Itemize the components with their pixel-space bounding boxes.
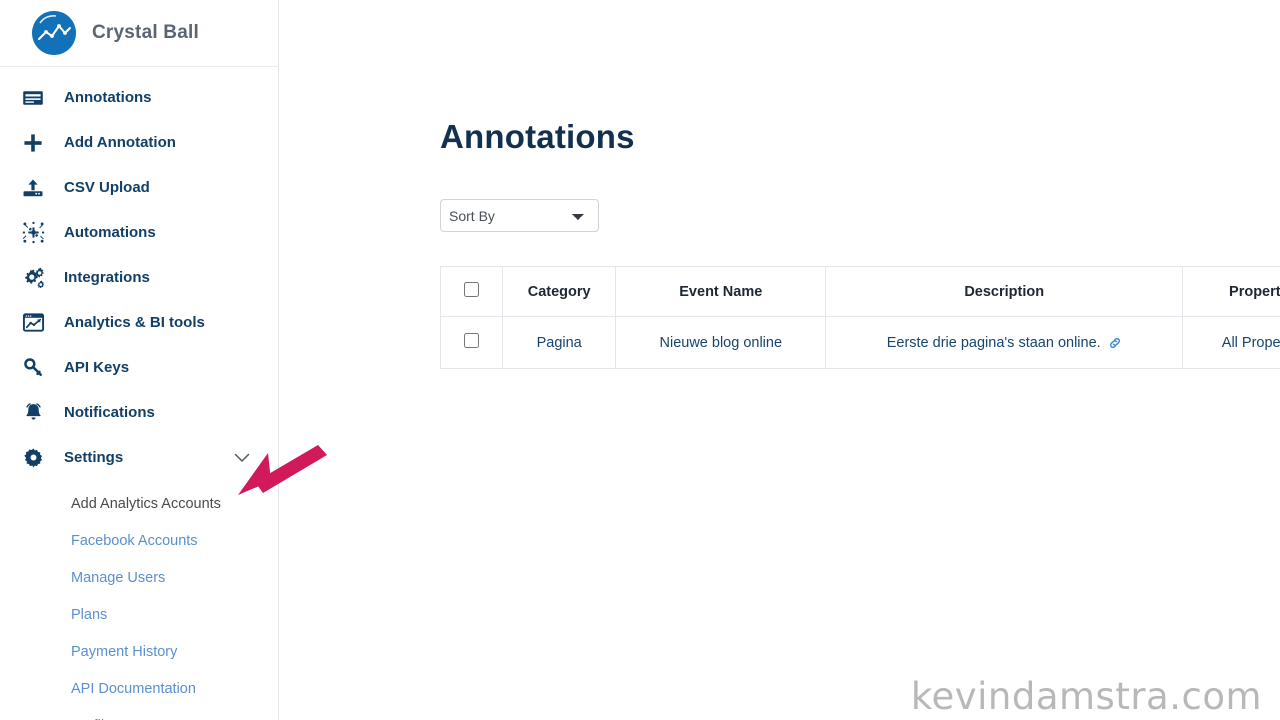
row-checkbox[interactable] xyxy=(463,333,479,348)
plus-icon xyxy=(18,128,48,158)
submenu-item-profile[interactable]: Profile xyxy=(0,708,278,720)
toolbar: Sort By xyxy=(440,199,1280,232)
watermark: kevindamstra.com xyxy=(910,675,1262,718)
cell-category: Pagina xyxy=(501,316,617,369)
sidebar-item-settings[interactable]: Settings xyxy=(0,435,278,480)
sidebar-nav: Annotations Add Annotation CSV Upload Au… xyxy=(0,67,278,720)
annotations-table-wrapper: Category Event Name Description Properti… xyxy=(440,266,1280,369)
link-chain-icon[interactable] xyxy=(1108,336,1122,350)
gears-icon xyxy=(18,263,48,293)
sidebar-item-label: Integrations xyxy=(64,269,150,286)
select-all-header xyxy=(440,266,503,317)
sidebar-item-label: Automations xyxy=(64,224,156,241)
chart-window-icon xyxy=(18,308,48,338)
sidebar-item-label: Annotations xyxy=(64,89,152,106)
submenu-item-facebook-accounts[interactable]: Facebook Accounts xyxy=(0,523,278,560)
column-header-description[interactable]: Description xyxy=(825,266,1184,317)
select-all-checkbox[interactable] xyxy=(463,282,479,297)
line-chart-circle-logo xyxy=(32,11,76,55)
settings-submenu: Add Analytics Accounts Facebook Accounts… xyxy=(0,480,278,720)
page-title: Annotations xyxy=(440,118,635,155)
table-body: Pagina Nieuwe blog online Eerste drie pa… xyxy=(440,316,1280,369)
submenu-item-api-documentation[interactable]: API Documentation xyxy=(0,671,278,708)
bell-icon xyxy=(18,398,48,428)
table-head: Category Event Name Description Properti… xyxy=(440,266,1280,317)
main-content: Annotations Sort By Category Event Name … xyxy=(279,0,1280,720)
column-header-properties[interactable]: Properties xyxy=(1182,266,1280,317)
automation-gear-network-icon xyxy=(18,218,48,248)
row-select-cell xyxy=(440,316,503,369)
cell-properties: All Properties xyxy=(1182,316,1280,369)
upload-icon xyxy=(18,173,48,203)
sidebar-item-add-annotation[interactable]: Add Annotation xyxy=(0,120,278,165)
sidebar-item-csv-upload[interactable]: CSV Upload xyxy=(0,165,278,210)
sidebar-item-analytics-bi-tools[interactable]: Analytics & BI tools xyxy=(0,300,278,345)
submenu-item-payment-history[interactable]: Payment History xyxy=(0,634,278,671)
sidebar-item-annotations[interactable]: Annotations xyxy=(0,75,278,120)
sidebar-item-label: Settings xyxy=(64,449,124,466)
column-header-category[interactable]: Category xyxy=(501,266,617,317)
table-row: Pagina Nieuwe blog online Eerste drie pa… xyxy=(440,316,1280,369)
annotations-table: Category Event Name Description Properti… xyxy=(440,266,1280,369)
submenu-item-plans[interactable]: Plans xyxy=(0,597,278,634)
brand-header[interactable]: Crystal Ball xyxy=(0,0,278,67)
key-icon xyxy=(18,353,48,383)
brand-title: Crystal Ball xyxy=(92,22,199,43)
sidebar-item-label: Add Annotation xyxy=(64,134,176,151)
chevron-down-icon[interactable] xyxy=(234,453,250,463)
sidebar-item-label: CSV Upload xyxy=(64,179,150,196)
sidebar: Crystal Ball Annotations Add Annotation … xyxy=(0,0,279,720)
gear-icon xyxy=(18,443,48,473)
sidebar-item-integrations[interactable]: Integrations xyxy=(0,255,278,300)
sidebar-item-api-keys[interactable]: API Keys xyxy=(0,345,278,390)
table-header-row: Category Event Name Description Properti… xyxy=(440,266,1280,317)
app-root: Crystal Ball Annotations Add Annotation … xyxy=(0,0,1280,720)
sidebar-item-label: Analytics & BI tools xyxy=(64,314,205,331)
column-header-event-name[interactable]: Event Name xyxy=(615,266,827,317)
submenu-item-manage-users[interactable]: Manage Users xyxy=(0,560,278,597)
list-panel-icon xyxy=(18,83,48,113)
sidebar-item-notifications[interactable]: Notifications xyxy=(0,390,278,435)
cell-description: Eerste drie pagina's staan online. xyxy=(825,316,1184,369)
sidebar-item-automations[interactable]: Automations xyxy=(0,210,278,255)
submenu-item-add-analytics-accounts[interactable]: Add Analytics Accounts xyxy=(0,486,278,523)
cell-event-name: Nieuwe blog online xyxy=(615,316,827,369)
sidebar-item-label: API Keys xyxy=(64,359,130,376)
sidebar-item-label: Notifications xyxy=(64,404,155,421)
sort-by-select[interactable]: Sort By xyxy=(440,199,599,232)
description-text: Eerste drie pagina's staan online. xyxy=(886,334,1101,351)
